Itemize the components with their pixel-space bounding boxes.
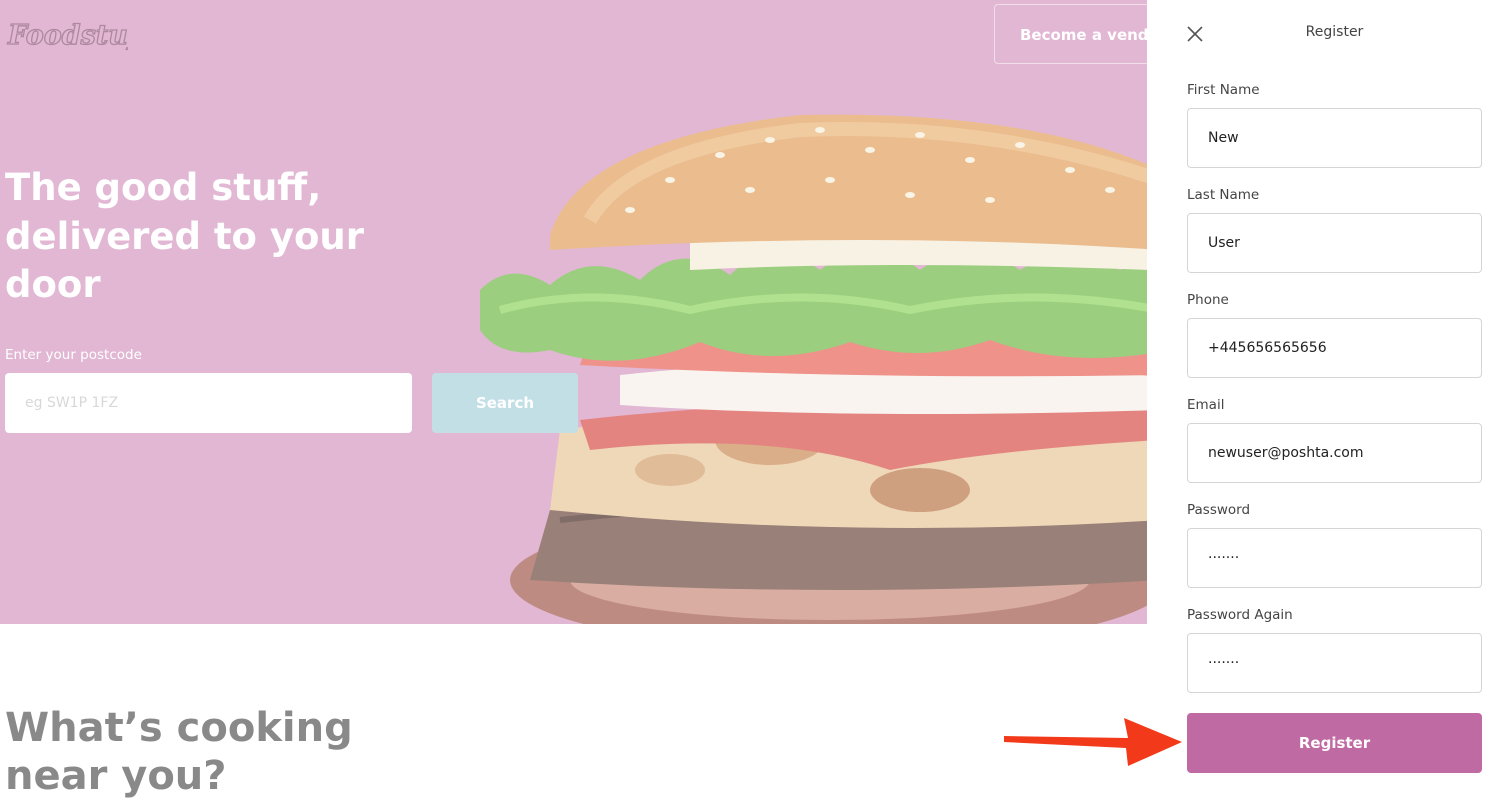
email-field[interactable] [1187, 423, 1482, 483]
email-label: Email [1187, 397, 1225, 413]
password-label: Password [1187, 502, 1251, 518]
phone-field[interactable] [1187, 318, 1482, 378]
last-name-label: Last Name [1187, 187, 1260, 203]
password-field[interactable] [1187, 528, 1482, 588]
password-again-label: Password Again [1187, 607, 1293, 623]
phone-label: Phone [1187, 292, 1229, 308]
first-name-field[interactable] [1187, 108, 1482, 168]
register-button[interactable]: Register [1187, 713, 1482, 773]
first-name-label: First Name [1187, 82, 1260, 98]
page-overlay[interactable] [0, 0, 1147, 810]
password-again-field[interactable] [1187, 633, 1482, 693]
last-name-field[interactable] [1187, 213, 1482, 273]
register-panel-title: Register [1305, 24, 1364, 40]
annotation-arrow-icon [1004, 718, 1182, 766]
